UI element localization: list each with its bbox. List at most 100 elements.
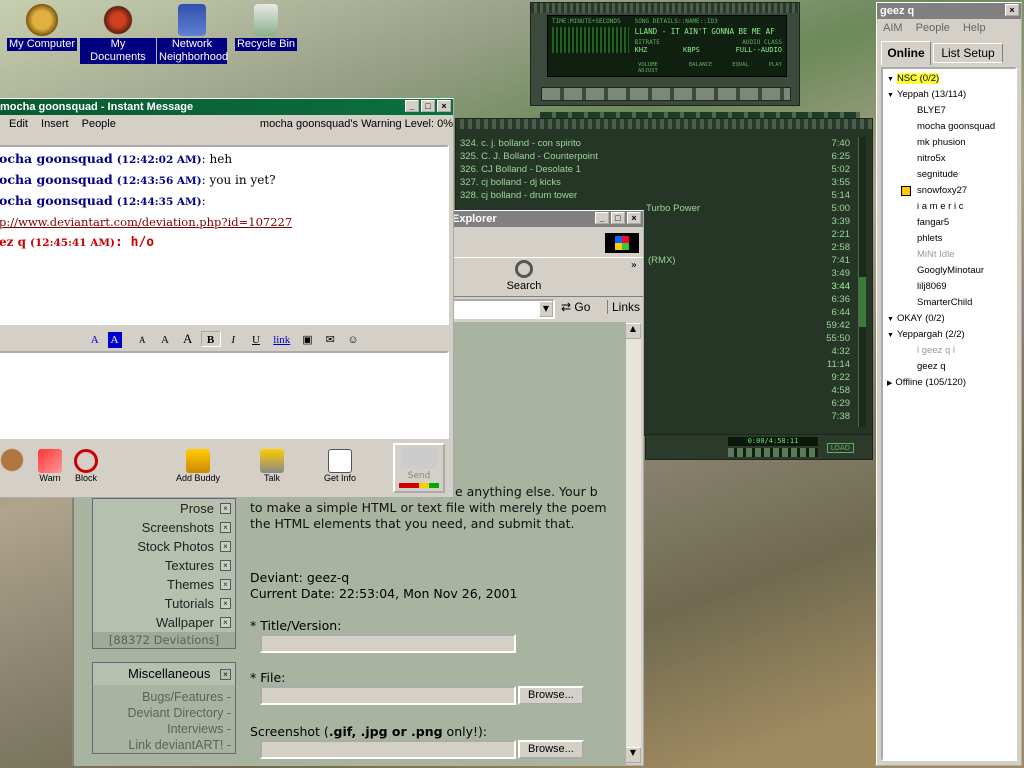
nav-item[interactable]: Stock Photos × [93,537,235,556]
scroll-up-icon[interactable]: ▲ [625,323,641,339]
nav-item[interactable]: Themes × [93,575,235,594]
larger-font-icon[interactable]: A [178,331,198,347]
buddy-item[interactable]: mk phusion [883,135,1015,151]
winamp-main-window[interactable]: TIME:MINUTE+SECONDS SONG DETAILS::NAME::… [530,2,800,106]
nav-item[interactable]: Screenshots × [93,518,235,537]
im-message-link[interactable]: p://www.deviantart.com/deviation.php?id=… [0,215,292,229]
expand-down-icon[interactable]: ▼ [887,92,894,99]
insert-mail-icon[interactable]: ✉ [320,332,340,348]
get-info-button[interactable]: Get Info [317,449,363,483]
buddy-item[interactable]: BLYE7 [883,103,1015,119]
desktop-icon-network[interactable]: Network Neighborhood [154,4,230,64]
browse-button-screenshot[interactable]: Browse... [518,740,584,759]
desktop-icon-my-documents[interactable]: My Documents [80,4,156,64]
insert-link-button[interactable]: link [269,332,295,348]
buddy-group[interactable]: ▶ Offline (105/120) [883,375,1015,391]
scroll-down-icon[interactable]: ▼ [625,747,641,763]
expand-down-icon[interactable]: ▼ [887,316,894,323]
misc-item-link[interactable]: Interviews - [93,721,235,737]
buddy-item[interactable]: l geez q l [883,343,1015,359]
playlist-row[interactable]: 326. CJ Bolland - Desolate 1 5:02 [458,163,856,176]
playlist-footer[interactable]: 0:00/4:58:11 LOAD [645,434,873,460]
im-compose[interactable] [0,351,449,439]
buddy-item[interactable]: MiNt Idle [883,247,1015,263]
buddy-item[interactable]: i a m e r i c [883,199,1015,215]
browser-scrollbar[interactable]: ▲ ▼ [625,323,641,763]
buddy-item[interactable]: phlets [883,231,1015,247]
im-conversation[interactable]: ocha goonsquad (12:42:02 AM): heh ocha goo… [0,145,449,325]
menu-edit[interactable]: Edit [9,118,28,130]
insert-image-icon[interactable]: ▣ [298,332,318,348]
italic-button[interactable]: I [223,332,243,348]
buddy-item[interactable]: snowfoxy27 [883,183,1015,199]
expand-down-icon[interactable]: ▼ [887,76,894,83]
menu-insert[interactable]: Insert [41,118,69,130]
playlist-row[interactable]: 325. C. J. Bolland - Counterpoint 6:25 [458,150,856,163]
close-button[interactable]: × [627,212,641,224]
add-buddy-button[interactable]: Add Buddy [175,449,221,483]
nav-item[interactable]: Textures × [93,556,235,575]
misc-item-link[interactable]: Bugs/Features - [93,689,235,705]
file-input[interactable] [260,686,516,705]
winamp-titlebar[interactable] [531,3,799,13]
buddy-group[interactable]: ▼ Yeppargah (2/2) [883,327,1015,343]
buddy-group[interactable]: ▼ Yeppah (13/114) [883,87,1015,103]
expand-down-icon[interactable]: ▼ [887,332,894,339]
nav-item[interactable]: Prose × [93,499,235,518]
buddy-item[interactable]: segnitude [883,167,1015,183]
send-button[interactable]: Send [393,443,445,493]
buddy-item[interactable]: lilj8069 [883,279,1015,295]
misc-item-link[interactable]: Deviant Directory - [93,705,235,721]
maximize-button[interactable]: □ [611,212,625,224]
chevron-right-icon[interactable]: » [631,260,637,271]
browse-button-file[interactable]: Browse... [518,686,584,705]
screenshot-input[interactable] [260,740,516,759]
misc-item-link[interactable]: Link deviantART! - [93,737,235,753]
buddy-item[interactable]: geez q [883,359,1015,375]
smiley-icon[interactable]: ☺ [343,332,363,348]
minimize-button[interactable]: _ [405,100,419,112]
minimize-button[interactable]: _ [595,212,609,224]
playlist-row[interactable]: 327. cj bolland - dj kicks 3:55 [458,176,856,189]
nav-item[interactable]: Wallpaper × [93,613,235,632]
collapse-icon[interactable]: × [220,669,231,681]
tab-online[interactable]: Online [881,41,931,65]
playlist-scrollbar[interactable] [858,137,866,427]
playlist-titlebar[interactable] [456,119,872,129]
expand-right-icon[interactable]: ▶ [887,380,892,387]
mini-transport[interactable] [728,448,818,457]
maximize-button[interactable]: □ [421,100,435,112]
winamp-controls[interactable] [541,87,791,101]
block-button[interactable]: Block [63,449,109,483]
buddy-item[interactable]: fangar5 [883,215,1015,231]
menu-people[interactable]: People [916,22,950,34]
buddy-titlebar[interactable]: geez q × [877,3,1021,19]
im-titlebar[interactable]: mocha goonsquad - Instant Message _ □ × [0,99,453,115]
talk-button[interactable]: Talk [249,449,295,483]
im-window[interactable]: mocha goonsquad - Instant Message _ □ × … [0,98,454,498]
buddy-item[interactable]: nitro5x [883,151,1015,167]
buddy-tree[interactable]: ▼ NSC (0/2) ▼ Yeppah (13/114) BLYE7 mocha goo… [881,67,1017,761]
bg-color-icon[interactable]: A [107,332,122,348]
playlist-row[interactable]: 328. cj bolland - drum tower 5:14 [458,189,856,202]
bold-button[interactable]: B [200,331,221,347]
playlist-row[interactable]: 324. c. j. bolland - con spirito 7:40 [458,137,856,150]
text-color-icon[interactable]: A [85,332,105,348]
dropdown-arrow-icon[interactable]: ▼ [539,301,553,317]
desktop-icon-recycle-bin[interactable]: Recycle Bin [228,4,304,51]
buddy-group[interactable]: ▼ OKAY (0/2) [883,311,1015,327]
close-button[interactable]: × [437,100,451,112]
go-button[interactable]: ⇄ Go [561,300,590,314]
search-button[interactable]: Search [489,260,559,292]
buddy-item[interactable]: mocha goonsquad [883,119,1015,135]
buddy-item[interactable]: GooglyMinotaur [883,263,1015,279]
load-button[interactable]: LOAD [826,443,854,453]
menu-aim[interactable]: AIM [883,22,903,34]
menu-help[interactable]: Help [963,22,986,34]
links-button[interactable]: Links [607,300,640,314]
tab-list-setup[interactable]: List Setup [933,43,1003,63]
misc-header[interactable]: Miscellaneous × [93,663,235,685]
close-button[interactable]: × [1005,4,1019,16]
nav-item[interactable]: Tutorials × [93,594,235,613]
title-input[interactable] [260,634,516,653]
